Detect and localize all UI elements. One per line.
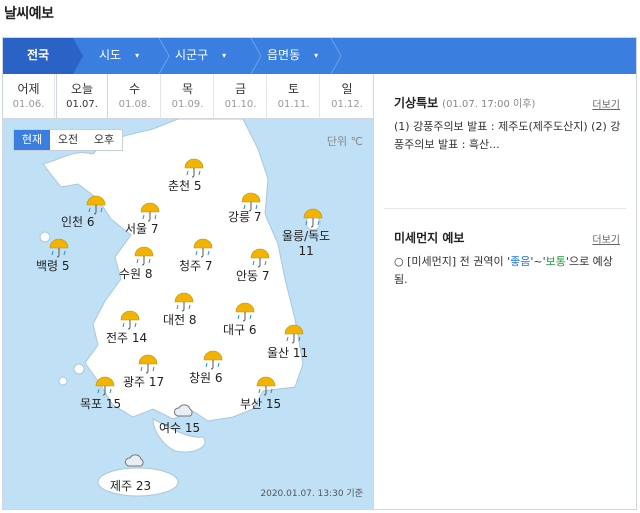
day-tab-fri[interactable]: 금 01.10.: [215, 74, 267, 118]
umbrella-rain-icon: [95, 376, 115, 396]
city-label[interactable]: 울릉/독도 11: [282, 227, 330, 258]
day-date: 01.12.: [331, 99, 363, 110]
nav-tab-town[interactable]: 읍면동 ▾: [267, 38, 318, 74]
umbrella-rain-icon: [184, 158, 204, 178]
city-label[interactable]: 제주 23: [110, 477, 151, 494]
nav-tab-label: 시도: [99, 48, 122, 62]
nav-tab-city[interactable]: 시군구 ▾: [175, 38, 226, 74]
city-label[interactable]: 안동 7: [236, 267, 270, 284]
cloud-icon: [125, 454, 144, 467]
day-tab-wed[interactable]: 수 01.08.: [109, 74, 161, 118]
temperature-unit: 단위 ℃: [326, 135, 363, 148]
chevron-down-icon: ▾: [314, 50, 319, 60]
nav-chevron-icon: [250, 38, 262, 74]
nav-tab-label: 읍면동: [267, 48, 301, 62]
day-tab-sun[interactable]: 일 01.12.: [321, 74, 373, 118]
warning-body: (1) 강풍주의보 발표 : 제주도(제주도산지) (2) 강풍주의보 발표 :…: [394, 120, 621, 151]
nav-chevron-icon: [158, 38, 170, 74]
day-tab-thu[interactable]: 목 01.09.: [162, 74, 214, 118]
dust-normal: 보통: [545, 255, 566, 268]
time-toggle: 현재 오전 오후: [13, 129, 123, 151]
city-label[interactable]: 목포 15: [80, 395, 121, 412]
map-section: 어제 01.06. 오늘 01.07. 수 01.08. 목 01.09. 금 01.10…: [3, 74, 374, 509]
dust-good: 좋음: [510, 255, 531, 268]
day-tab-yesterday[interactable]: 어제 01.06.: [3, 74, 55, 118]
day-name: 오늘: [70, 82, 94, 96]
city-label[interactable]: 인천 6: [61, 213, 95, 230]
day-tab-today[interactable]: 오늘 01.07.: [56, 74, 108, 118]
dust-more-link[interactable]: 더보기: [592, 231, 620, 246]
city-label[interactable]: 광주 17: [123, 373, 164, 390]
city-label[interactable]: 부산 15: [240, 395, 281, 412]
day-date: 01.11.: [277, 99, 310, 110]
city-label[interactable]: 청주 7: [179, 257, 213, 274]
city-label[interactable]: 울산 11: [267, 344, 308, 361]
day-name: 수: [128, 82, 141, 96]
nav-tab-nationwide[interactable]: 전국: [3, 38, 73, 74]
dust-prefix: ○ [미세먼지] 전 권역이 ': [394, 255, 511, 268]
toggle-now[interactable]: 현재: [14, 130, 50, 150]
day-date: 01.09.: [171, 99, 204, 110]
warning-title: 기상특보 (01.07. 17:00 이후): [394, 94, 535, 111]
page-title: 날씨예보: [4, 6, 54, 22]
day-name: 토: [287, 82, 300, 96]
umbrella-rain-icon: [134, 246, 154, 266]
umbrella-rain-icon: [284, 324, 304, 344]
dust-mid: '~': [530, 255, 546, 268]
chevron-down-icon: ▾: [222, 50, 227, 60]
info-section: 기상특보 (01.07. 17:00 이후) 더보기 (1) 강풍주의보 발표 :…: [374, 74, 636, 509]
nav-separator: [73, 38, 83, 74]
day-name: 목: [181, 82, 194, 96]
city-label[interactable]: 창원 6: [189, 369, 223, 386]
weather-map: 현재 오전 오후 단위 ℃ 춘천 5 인천 6 서울 7 강릉 7 울릉/독도 11 백령 …: [3, 119, 373, 509]
day-date: 01.10.: [224, 99, 257, 110]
nav-tab-province[interactable]: 시도 ▾: [99, 38, 139, 74]
toggle-afternoon[interactable]: 오후: [86, 130, 122, 150]
city-label[interactable]: 춘천 5: [168, 177, 202, 194]
warning-subtitle: (01.07. 17:00 이후): [442, 99, 536, 110]
weather-panel: 전국 시도 ▾ 시군구 ▾ 읍면동 ▾ 어제 01.06. 오늘 01.07. 수 01.0…: [2, 37, 637, 510]
dust-title: 미세먼지 예보: [394, 231, 465, 245]
day-name: 금: [234, 82, 247, 96]
day-tabs: 어제 01.06. 오늘 01.07. 수 01.08. 목 01.09. 금 01.10…: [3, 74, 373, 119]
umbrella-rain-icon: [250, 248, 270, 268]
region-nav: 전국 시도 ▾ 시군구 ▾ 읍면동 ▾: [3, 38, 636, 74]
timestamp: 2020.01.07. 13:30 기준: [260, 489, 363, 499]
day-date: 01.06.: [12, 99, 45, 110]
umbrella-rain-icon: [303, 208, 323, 228]
city-label[interactable]: 대전 8: [163, 311, 197, 328]
dust-body: ○ [미세먼지] 전 권역이 '좋음'~'보통'으로 예상됨.: [394, 253, 624, 289]
umbrella-rain-icon: [235, 302, 255, 322]
umbrella-rain-icon: [120, 310, 140, 330]
city-label[interactable]: 백령 5: [36, 257, 70, 274]
day-tab-sat[interactable]: 토 01.11.: [268, 74, 320, 118]
day-name: 어제: [17, 82, 40, 96]
city-label[interactable]: 대구 6: [223, 321, 257, 338]
city-label[interactable]: 수원 8: [119, 265, 153, 282]
day-date: 01.07.: [66, 99, 98, 110]
umbrella-rain-icon: [174, 292, 194, 312]
city-label[interactable]: 전주 14: [106, 329, 147, 346]
city-label[interactable]: 여수 15: [159, 419, 200, 436]
nav-tab-label: 시군구: [175, 48, 209, 62]
day-date: 01.08.: [118, 99, 151, 110]
chevron-down-icon: ▾: [135, 50, 140, 60]
umbrella-rain-icon: [49, 238, 69, 258]
warning-more-link[interactable]: 더보기: [592, 96, 620, 111]
nav-chevron-icon: [330, 38, 342, 74]
umbrella-rain-icon: [203, 350, 223, 370]
toggle-morning[interactable]: 오전: [50, 130, 86, 150]
city-label[interactable]: 강릉 7: [228, 208, 262, 225]
umbrella-rain-icon: [138, 354, 158, 374]
umbrella-rain-icon: [193, 238, 213, 258]
warning-title-text: 기상특보: [394, 96, 439, 110]
day-name: 일: [341, 82, 353, 96]
section-divider: [384, 208, 626, 209]
umbrella-rain-icon: [256, 376, 276, 396]
city-label[interactable]: 서울 7: [125, 220, 159, 237]
cloud-icon: [174, 404, 193, 417]
